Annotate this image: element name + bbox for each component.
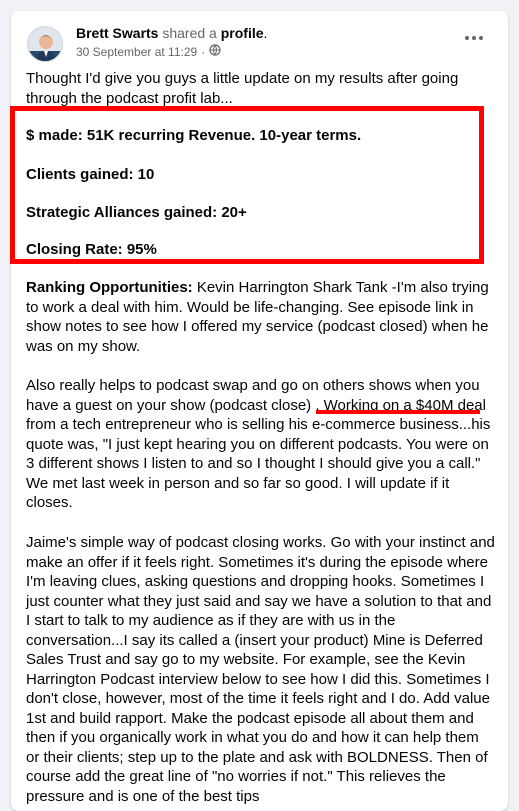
ranking-paragraph: Ranking Opportunities: Kevin Harrington … bbox=[26, 278, 496, 356]
shared-profile-link[interactable]: profile bbox=[221, 25, 264, 41]
globe-icon bbox=[209, 44, 221, 59]
highlight-underline-annotation bbox=[316, 410, 480, 414]
author-name[interactable]: Brett Swarts bbox=[76, 25, 158, 41]
author-action: shared a bbox=[158, 25, 221, 41]
ranking-label: Ranking Opportunities: bbox=[26, 279, 193, 296]
podcast-swap-paragraph: Also really helps to podcast swap and go… bbox=[26, 377, 491, 511]
author-line: Brett Swarts shared a profile. bbox=[76, 25, 267, 41]
stat-money-made: $ made: 51K recurring Revenue. 10-year t… bbox=[26, 127, 362, 144]
stat-alliances-gained: Strategic Alliances gained: 20+ bbox=[26, 204, 247, 221]
podcast-closing-paragraph: Jaime's simple way of podcast closing wo… bbox=[26, 534, 495, 805]
post-meta: 30 September at 11:29 · bbox=[76, 44, 221, 59]
more-options-button[interactable] bbox=[462, 32, 486, 44]
stat-closing-rate: Closing Rate: 95% bbox=[26, 241, 157, 258]
stat-clients-gained: Clients gained: 10 bbox=[26, 166, 155, 183]
meta-separator: · bbox=[201, 44, 206, 59]
author-line-period: . bbox=[263, 25, 268, 41]
more-options-icon bbox=[465, 36, 483, 40]
author-avatar[interactable] bbox=[27, 26, 63, 62]
post-intro-text: Thought I'd give you guys a little updat… bbox=[26, 70, 459, 107]
post-timestamp[interactable]: 30 September at 11:29 bbox=[76, 45, 197, 59]
